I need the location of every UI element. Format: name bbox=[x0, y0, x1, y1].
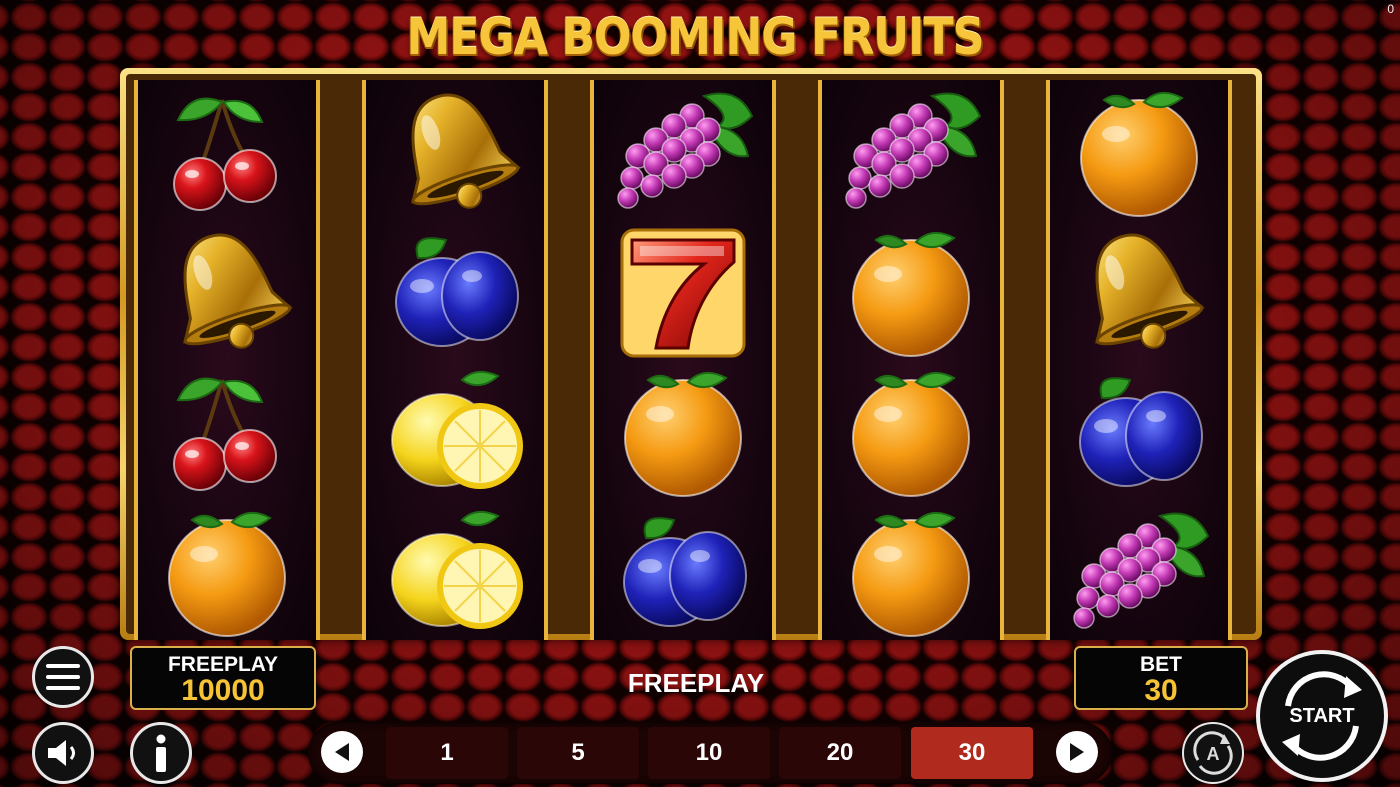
bet-value: 30 bbox=[1144, 674, 1178, 707]
bet-option-5[interactable]: 5 bbox=[517, 727, 639, 779]
lemon-symbol bbox=[380, 506, 530, 638]
plum-symbol bbox=[1064, 366, 1214, 498]
status-message: FREEPLAY bbox=[627, 668, 765, 698]
bet-box: BET 30 bbox=[1074, 646, 1248, 710]
bet-label: BET bbox=[1140, 653, 1182, 676]
corner-counter: 0 bbox=[1387, 2, 1394, 16]
reel-2 bbox=[362, 80, 548, 640]
autoplay-button[interactable]: A bbox=[1182, 722, 1244, 784]
cherry-symbol bbox=[152, 366, 302, 498]
balance-label: FREEPLAY bbox=[167, 653, 279, 676]
start-button[interactable]: START bbox=[1256, 650, 1388, 782]
cherry-symbol bbox=[152, 86, 302, 218]
orange-symbol bbox=[836, 506, 986, 638]
bell-symbol bbox=[152, 226, 302, 358]
arrow-left-icon bbox=[335, 743, 349, 761]
balance-value: 10000 bbox=[181, 674, 265, 707]
grapes-symbol bbox=[1064, 506, 1214, 638]
reel-5 bbox=[1046, 80, 1232, 640]
orange-symbol bbox=[836, 366, 986, 498]
balance-box: FREEPLAY 10000 bbox=[130, 646, 316, 710]
bet-option-10[interactable]: 10 bbox=[648, 727, 770, 779]
seven-symbol bbox=[608, 226, 758, 358]
reel-1 bbox=[134, 80, 320, 640]
arrow-right-icon bbox=[1070, 743, 1084, 761]
bet-prev-button[interactable] bbox=[321, 731, 363, 773]
orange-symbol bbox=[608, 366, 758, 498]
lemon-symbol bbox=[380, 366, 530, 498]
sound-button[interactable] bbox=[32, 722, 94, 784]
grapes-symbol bbox=[608, 86, 758, 218]
bet-next-button[interactable] bbox=[1056, 731, 1098, 773]
info-icon bbox=[156, 734, 166, 772]
bet-option-30[interactable]: 30 bbox=[911, 727, 1033, 779]
reel-3 bbox=[590, 80, 776, 640]
bell-symbol bbox=[380, 86, 530, 218]
bet-option-20[interactable]: 20 bbox=[779, 727, 901, 779]
reels-frame-inner bbox=[126, 74, 1256, 640]
svg-text:A: A bbox=[1207, 744, 1220, 764]
start-label: START bbox=[1289, 704, 1355, 727]
speaker-icon bbox=[48, 740, 75, 766]
reel-4 bbox=[818, 80, 1004, 640]
hamburger-menu-icon bbox=[46, 664, 80, 690]
grapes-symbol bbox=[836, 86, 986, 218]
reels-frame bbox=[120, 68, 1262, 640]
menu-button[interactable] bbox=[32, 646, 94, 708]
orange-symbol bbox=[152, 506, 302, 638]
orange-symbol bbox=[1064, 86, 1214, 218]
game-title: MEGA BOOMING FRUITS bbox=[406, 8, 984, 66]
plum-symbol bbox=[380, 226, 530, 358]
autoplay-icon: A bbox=[1193, 731, 1233, 775]
bell-symbol bbox=[1064, 226, 1214, 358]
plum-symbol bbox=[608, 506, 758, 638]
info-button[interactable] bbox=[130, 722, 192, 784]
orange-symbol bbox=[836, 226, 986, 358]
bet-selector: 1 5 10 20 30 bbox=[308, 722, 1112, 784]
bet-option-1[interactable]: 1 bbox=[386, 727, 508, 779]
